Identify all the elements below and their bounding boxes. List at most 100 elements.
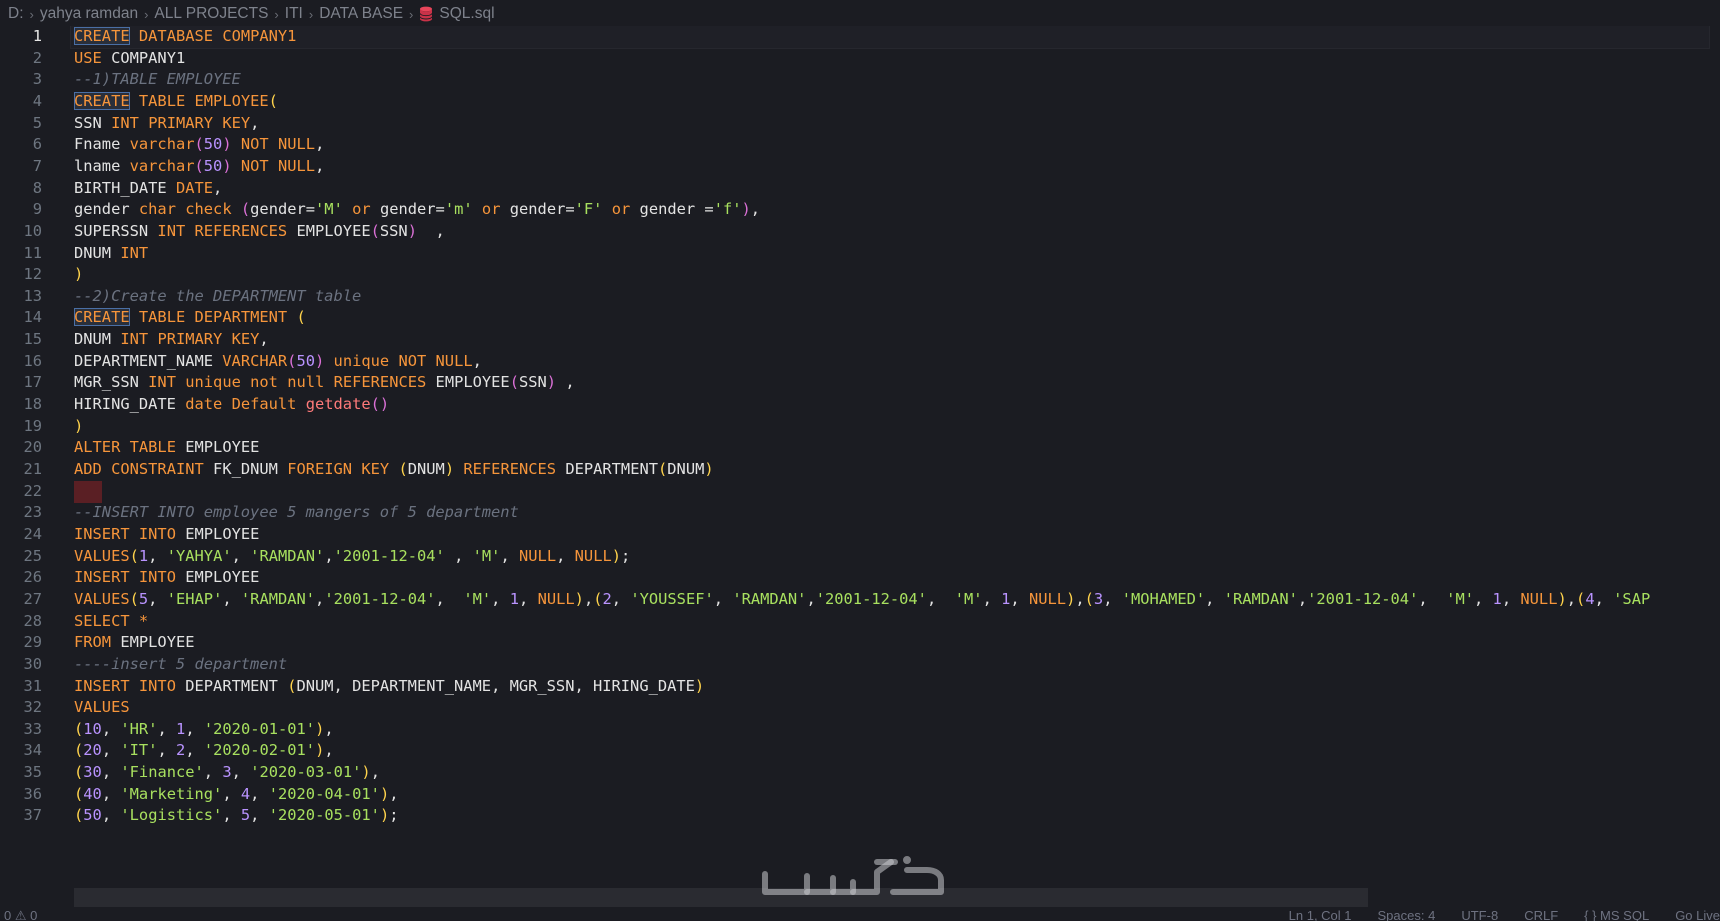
code-line[interactable]: 2 USE COMPANY1	[0, 47, 1720, 71]
cursor-position[interactable]: Ln 1, Col 1	[1289, 908, 1352, 921]
breadcrumb-folder-database[interactable]: DATA BASE	[319, 5, 403, 23]
code-line[interactable]: 9 gender char check (gender='M' or gender…	[0, 198, 1720, 222]
code-line[interactable]: 1 CREATE DATABASE COMPANY1	[0, 26, 1720, 49]
code-token: ,	[806, 589, 816, 608]
problems-indicator[interactable]: 0 ⚠ 0	[4, 908, 37, 921]
code-line[interactable]: 30 ----insert 5 department	[0, 653, 1720, 677]
code-text: INSERT INTO EMPLOYEE	[74, 566, 259, 590]
code-line[interactable]: 29 FROM EMPLOYEE	[0, 631, 1720, 655]
code-token: ,	[500, 546, 510, 565]
line-ending[interactable]: CRLF	[1524, 908, 1558, 921]
code-token: INSERT	[74, 676, 130, 695]
code-token: 50	[203, 156, 223, 175]
code-line[interactable]: 18 HIRING_DATE date Default getdate()	[0, 393, 1720, 417]
breadcrumb: D: › yahya ramdan › ALL PROJECTS › ITI ›…	[0, 0, 1720, 28]
line-number: 12	[23, 265, 42, 284]
code-token: check	[185, 200, 232, 219]
code-line[interactable]: 36 (40, 'Marketing', 4, '2020-04-01'),	[0, 783, 1720, 807]
code-token: 'HR'	[120, 719, 158, 738]
indentation[interactable]: Spaces: 4	[1378, 908, 1436, 921]
code-line[interactable]: 13 --2)Create the DEPARTMENT table	[0, 285, 1720, 309]
code-token: 4	[1585, 589, 1595, 608]
code-token: (	[240, 200, 251, 219]
code-line[interactable]: 33 (10, 'HR', 1, '2020-01-01'),	[0, 718, 1720, 742]
code-token: ,	[1297, 589, 1308, 608]
code-line[interactable]: 27 VALUES(5, 'EHAP', 'RAMDAN','2001-12-04…	[0, 588, 1720, 612]
code-token: CREATE	[74, 91, 130, 110]
code-token: ,	[203, 763, 214, 782]
code-line[interactable]: 26 INSERT INTO EMPLOYEE	[0, 566, 1720, 590]
code-token: )	[222, 156, 232, 175]
code-line[interactable]: 15 DNUM INT PRIMARY KEY,	[0, 328, 1720, 352]
code-token: Fname	[74, 135, 121, 154]
code-line[interactable]: 8 BIRTH_DATE DATE,	[0, 177, 1720, 201]
code-token: INT	[120, 330, 149, 349]
line-number: 21	[23, 460, 42, 478]
code-token: FK_DNUM	[213, 460, 278, 478]
go-live-button[interactable]: Go Live	[1675, 908, 1720, 921]
breadcrumb-file[interactable]: SQL.sql	[419, 5, 495, 23]
line-number: 28	[23, 611, 42, 630]
line-number: 35	[23, 763, 42, 782]
code-line[interactable]: 5 SSN INT PRIMARY KEY,	[0, 112, 1720, 136]
code-token: NULL	[1028, 589, 1067, 608]
breadcrumb-folder-iti[interactable]: ITI	[285, 5, 303, 23]
breadcrumb-folder-projects[interactable]: ALL PROJECTS	[154, 5, 268, 23]
breadcrumb-folder-user[interactable]: yahya ramdan	[40, 5, 138, 23]
code-line[interactable]: 37 (50, 'Logistics', 5, '2020-05-01');	[0, 804, 1720, 828]
code-line[interactable]: 4 CREATE TABLE EMPLOYEE(	[0, 90, 1720, 114]
code-token: --INSERT INTO employee 5 mangers of 5 de…	[74, 503, 519, 522]
code-line[interactable]: 17 MGR_SSN INT unique not null REFERENCES…	[0, 371, 1720, 395]
code-line[interactable]: 6 Fname varchar(50) NOT NULL,	[0, 133, 1720, 157]
code-token: '2020-03-01'	[250, 763, 362, 782]
code-line[interactable]: 24 INSERT INTO EMPLOYEE	[0, 523, 1720, 547]
code-line[interactable]: 32 VALUES	[0, 696, 1720, 720]
code-line[interactable]: 28 SELECT *	[0, 610, 1720, 634]
code-line[interactable]: 14 CREATE TABLE DEPARTMENT (	[0, 306, 1720, 330]
code-token: ,	[222, 589, 232, 608]
status-bar: 0 ⚠ 0 Ln 1, Col 1 Spaces: 4 UTF-8 CRLF {…	[0, 908, 1720, 921]
breadcrumb-drive[interactable]: D:	[8, 5, 24, 23]
code-token: 2	[602, 589, 612, 608]
code-line[interactable]: 3 --1)TABLE EMPLOYEE	[0, 68, 1720, 92]
code-line[interactable]: 22	[0, 480, 1720, 504]
code-line[interactable]: 21 ADD CONSTRAINT FK_DNUM FOREIGN KEY (DN…	[0, 458, 1720, 482]
encoding[interactable]: UTF-8	[1461, 908, 1498, 921]
code-line[interactable]: 34 (20, 'IT', 2, '2020-02-01'),	[0, 739, 1720, 763]
code-token: INTO	[138, 568, 176, 587]
code-line[interactable]: 25 VALUES(1, 'YAHYA', 'RAMDAN','2001-12-0…	[0, 545, 1720, 569]
code-line[interactable]: 20 ALTER TABLE EMPLOYEE	[0, 436, 1720, 460]
code-line[interactable]: 19)	[0, 415, 1720, 439]
code-text: ADD CONSTRAINT FK_DNUM FOREIGN KEY (DNUM…	[74, 458, 714, 482]
code-token: 'MOHAMED'	[1121, 589, 1206, 608]
code-editor[interactable]: 1 CREATE DATABASE COMPANY1 2 USE COMPANY1 3 -…	[0, 26, 1720, 908]
code-token: NULL	[574, 546, 612, 565]
code-token: DNUM, DEPARTMENT_NAME, MGR_SSN, HIRING_D…	[296, 676, 695, 695]
line-number: 19	[23, 416, 42, 435]
code-token: )	[379, 784, 390, 803]
code-token: SSN	[518, 373, 547, 392]
code-token: )	[74, 416, 84, 435]
language-mode[interactable]: { } MS SQL	[1584, 908, 1649, 921]
code-token: NULL	[277, 135, 316, 154]
code-token: ,	[435, 589, 445, 608]
code-line[interactable]: 7 lname varchar(50) NOT NULL,	[0, 155, 1720, 179]
code-text: Fname varchar(50) NOT NULL,	[74, 133, 324, 157]
code-line[interactable]: 10 SUPERSSN INT REFERENCES EMPLOYEE(SSN) …	[0, 220, 1720, 244]
code-line[interactable]: 16 DEPARTMENT_NAME VARCHAR(50) unique NOT…	[0, 350, 1720, 374]
code-text: BIRTH_DATE DATE,	[74, 177, 222, 201]
code-line[interactable]: 12)	[0, 263, 1720, 287]
code-line[interactable]: 35 (30, 'Finance', 3, '2020-03-01'),	[0, 761, 1720, 785]
code-line[interactable]: 11 DNUM INT	[0, 242, 1720, 266]
code-line[interactable]: 31 INSERT INTO DEPARTMENT (DNUM, DEPARTME…	[0, 675, 1720, 699]
code-line[interactable]: 23 --INSERT INTO employee 5 mangers of 5 …	[0, 501, 1720, 525]
